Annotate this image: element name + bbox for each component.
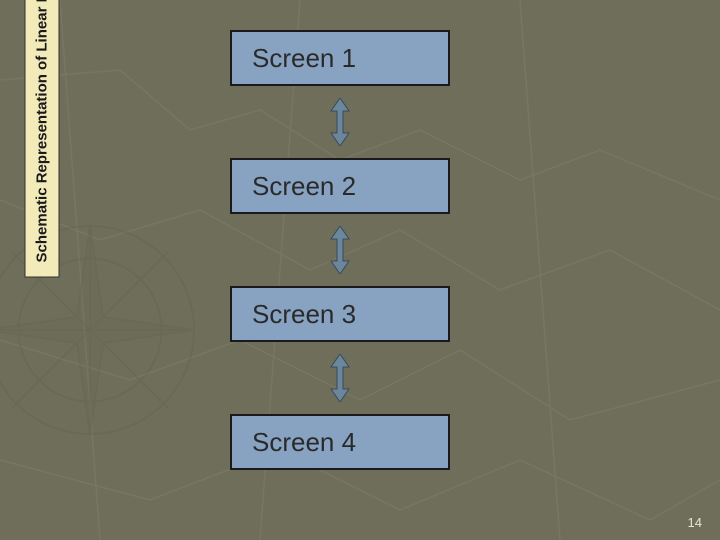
screen-label: Screen 2 <box>252 171 356 202</box>
linear-nav-diagram: Screen 1 Screen 2 Screen 3 Screen 4 <box>210 30 470 470</box>
screen-box-4: Screen 4 <box>230 414 450 470</box>
screen-label: Screen 1 <box>252 43 356 74</box>
page-number: 14 <box>688 515 702 530</box>
double-arrow-icon <box>329 226 351 274</box>
screen-label: Screen 3 <box>252 299 356 330</box>
double-arrow-icon <box>329 354 351 402</box>
slide-title-vertical: Schematic Representation of Linear Nav M… <box>25 0 60 278</box>
screen-label: Screen 4 <box>252 427 356 458</box>
screen-box-1: Screen 1 <box>230 30 450 86</box>
screen-box-3: Screen 3 <box>230 286 450 342</box>
double-arrow-icon <box>329 98 351 146</box>
screen-box-2: Screen 2 <box>230 158 450 214</box>
